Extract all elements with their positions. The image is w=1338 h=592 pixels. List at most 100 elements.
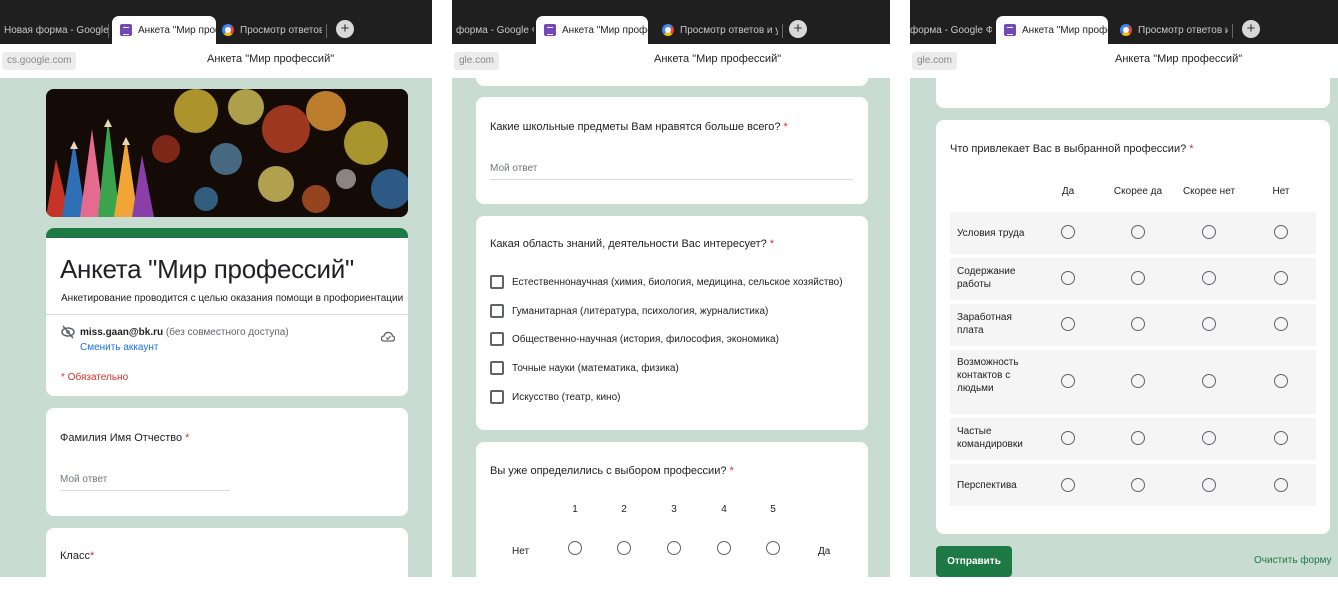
checkbox[interactable] xyxy=(490,275,504,289)
checkbox[interactable] xyxy=(490,304,504,318)
tab-responses[interactable]: Просмотр ответов и упра xyxy=(222,16,322,44)
grid-column-header: Скорее да xyxy=(1113,186,1163,197)
clear-form-button[interactable]: Очистить форму xyxy=(1254,555,1332,566)
grid-radio[interactable] xyxy=(1202,431,1216,445)
grid-radio[interactable] xyxy=(1202,317,1216,331)
grid-radio[interactable] xyxy=(1274,478,1288,492)
grid-radio[interactable] xyxy=(1274,271,1288,285)
forms-icon xyxy=(544,24,556,36)
grid-radio[interactable] xyxy=(1061,478,1075,492)
area-option[interactable]: Естественнонаучная (химия, биология, мед… xyxy=(490,275,843,289)
scale-number: 1 xyxy=(572,504,578,515)
url-chip[interactable]: gle.com xyxy=(912,52,958,70)
grid-radio[interactable] xyxy=(1202,225,1216,239)
tab-label: форма - Google Фо xyxy=(910,24,992,36)
required-mark: * xyxy=(783,121,788,133)
grid-radio[interactable] xyxy=(1274,374,1288,388)
question-label: Класс xyxy=(60,550,90,562)
grid-radio[interactable] xyxy=(1131,431,1145,445)
grid-radio[interactable] xyxy=(1061,431,1075,445)
area-option[interactable]: Гуманитарная (литература, психология, жу… xyxy=(490,304,768,318)
grid-radio[interactable] xyxy=(1274,431,1288,445)
option-label: Общественно-научная (история, философия,… xyxy=(512,333,779,345)
scale-radio[interactable] xyxy=(717,541,731,555)
grid-row-label: Заработная плата xyxy=(957,312,1012,336)
tab-new-form[interactable]: Новая форма - Google Ф xyxy=(4,16,108,44)
google-icon xyxy=(1120,24,1132,36)
address-bar: gle.com Анкета "Мир профессий" xyxy=(910,44,1338,78)
question-label: Какие школьные предметы Вам нравятся бол… xyxy=(490,121,781,133)
tab-strip: форма - Google Фо Анкета "Мир професси ✕… xyxy=(910,0,1338,44)
tab-survey[interactable]: Анкета "Мир професси ✕ xyxy=(536,16,648,44)
area-option[interactable]: Точные науки (математика, физика) xyxy=(490,361,679,375)
previous-card-edge xyxy=(476,78,868,86)
grid-radio[interactable] xyxy=(1131,271,1145,285)
tab-survey[interactable]: Анкета "Мир професси ✕ xyxy=(112,16,216,44)
url-chip[interactable]: cs.google.com xyxy=(2,52,77,70)
header-image xyxy=(46,89,408,217)
scale-radio[interactable] xyxy=(667,541,681,555)
scale-number: 4 xyxy=(721,504,727,515)
new-tab-icon[interactable]: + xyxy=(789,20,807,38)
tab-new-form[interactable]: форма - Google Фо xyxy=(910,16,992,44)
scale-radio[interactable] xyxy=(766,541,780,555)
grid-radio[interactable] xyxy=(1131,374,1145,388)
tab-separator xyxy=(782,24,783,38)
question-label: Что привлекает Вас в выбранной профессии… xyxy=(950,143,1187,155)
page-title: Анкета "Мир профессий" xyxy=(654,53,782,65)
tab-new-form[interactable]: форма - Google Фо xyxy=(456,16,534,44)
checkbox[interactable] xyxy=(490,390,504,404)
scale-radio[interactable] xyxy=(617,541,631,555)
scale-radio[interactable] xyxy=(568,541,582,555)
grid-radio[interactable] xyxy=(1202,478,1216,492)
page-title: Анкета "Мир профессий" xyxy=(207,53,335,65)
grid-radio[interactable] xyxy=(1274,225,1288,239)
grid-radio[interactable] xyxy=(1061,271,1075,285)
grid-radio[interactable] xyxy=(1131,317,1145,331)
fio-input[interactable]: Мой ответ xyxy=(60,474,107,485)
question-label: Какая область знаний, деятельности Вас и… xyxy=(490,238,767,250)
grid-radio[interactable] xyxy=(1202,374,1216,388)
required-mark: * xyxy=(1189,143,1194,155)
grid-radio[interactable] xyxy=(1131,478,1145,492)
tab-survey[interactable]: Анкета "Мир професси ✕ xyxy=(996,16,1108,44)
new-tab-icon[interactable]: + xyxy=(336,20,354,38)
tab-responses[interactable]: Просмотр ответов и упра xyxy=(1120,16,1228,44)
screenshot-panel-1: Новая форма - Google Ф Анкета "Мир профе… xyxy=(0,0,432,577)
required-note: * Обязательно xyxy=(61,372,129,383)
area-option[interactable]: Общественно-научная (история, философия,… xyxy=(490,332,779,346)
account-note: (без совместного доступа) xyxy=(165,327,289,338)
tab-label: Новая форма - Google Ф xyxy=(4,24,108,36)
switch-account-link[interactable]: Сменить аккаунт xyxy=(80,342,158,353)
scale-number: 3 xyxy=(671,504,677,515)
option-label: Естественнонаучная (химия, биология, мед… xyxy=(512,276,843,288)
input-underline xyxy=(490,179,853,180)
area-option[interactable]: Искусство (театр, кино) xyxy=(490,390,620,404)
tab-responses[interactable]: Просмотр ответов и упра xyxy=(662,16,778,44)
grid-radio[interactable] xyxy=(1061,317,1075,331)
tab-label: Просмотр ответов и упра xyxy=(240,24,322,36)
new-tab-icon[interactable]: + xyxy=(1242,20,1260,38)
required-mark: * xyxy=(89,550,95,562)
submit-button[interactable]: Отправить xyxy=(936,546,1012,577)
accent-bar xyxy=(46,228,408,238)
grid-radio[interactable] xyxy=(1061,374,1075,388)
grid-radio[interactable] xyxy=(1202,271,1216,285)
scale-low-label: Нет xyxy=(512,546,530,557)
question-card-fio xyxy=(46,408,408,516)
tab-label: Просмотр ответов и упра xyxy=(680,24,778,36)
tab-label: форма - Google Фо xyxy=(456,24,534,36)
option-label: Искусство (театр, кино) xyxy=(512,391,621,403)
grid-radio[interactable] xyxy=(1061,225,1075,239)
grid-radio[interactable] xyxy=(1131,225,1145,239)
account-email: miss.gaan@bk.ru xyxy=(80,327,164,338)
checkbox[interactable] xyxy=(490,332,504,346)
tab-separator xyxy=(1232,24,1233,38)
grid-column-header: Нет xyxy=(1272,186,1290,197)
checkbox[interactable] xyxy=(490,361,504,375)
grid-radio[interactable] xyxy=(1274,317,1288,331)
url-chip[interactable]: gle.com xyxy=(454,52,500,70)
form-title: Анкета "Мир профессий" xyxy=(60,254,354,284)
tab-label: Просмотр ответов и упра xyxy=(1138,24,1228,36)
subjects-input[interactable]: Мой ответ xyxy=(490,163,537,174)
